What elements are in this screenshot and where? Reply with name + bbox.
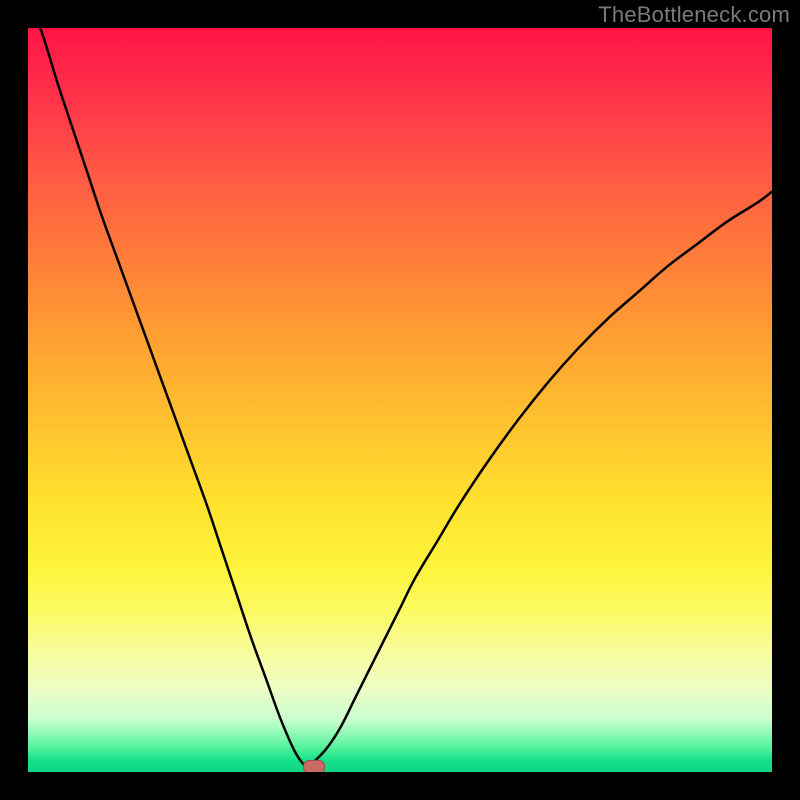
watermark-text: TheBottleneck.com	[598, 2, 790, 28]
minimum-marker	[303, 760, 325, 772]
bottleneck-curve	[28, 28, 772, 772]
curve-path-left	[28, 28, 307, 768]
curve-path-right	[307, 192, 772, 769]
plot-area	[28, 28, 772, 772]
chart-frame: TheBottleneck.com	[0, 0, 800, 800]
